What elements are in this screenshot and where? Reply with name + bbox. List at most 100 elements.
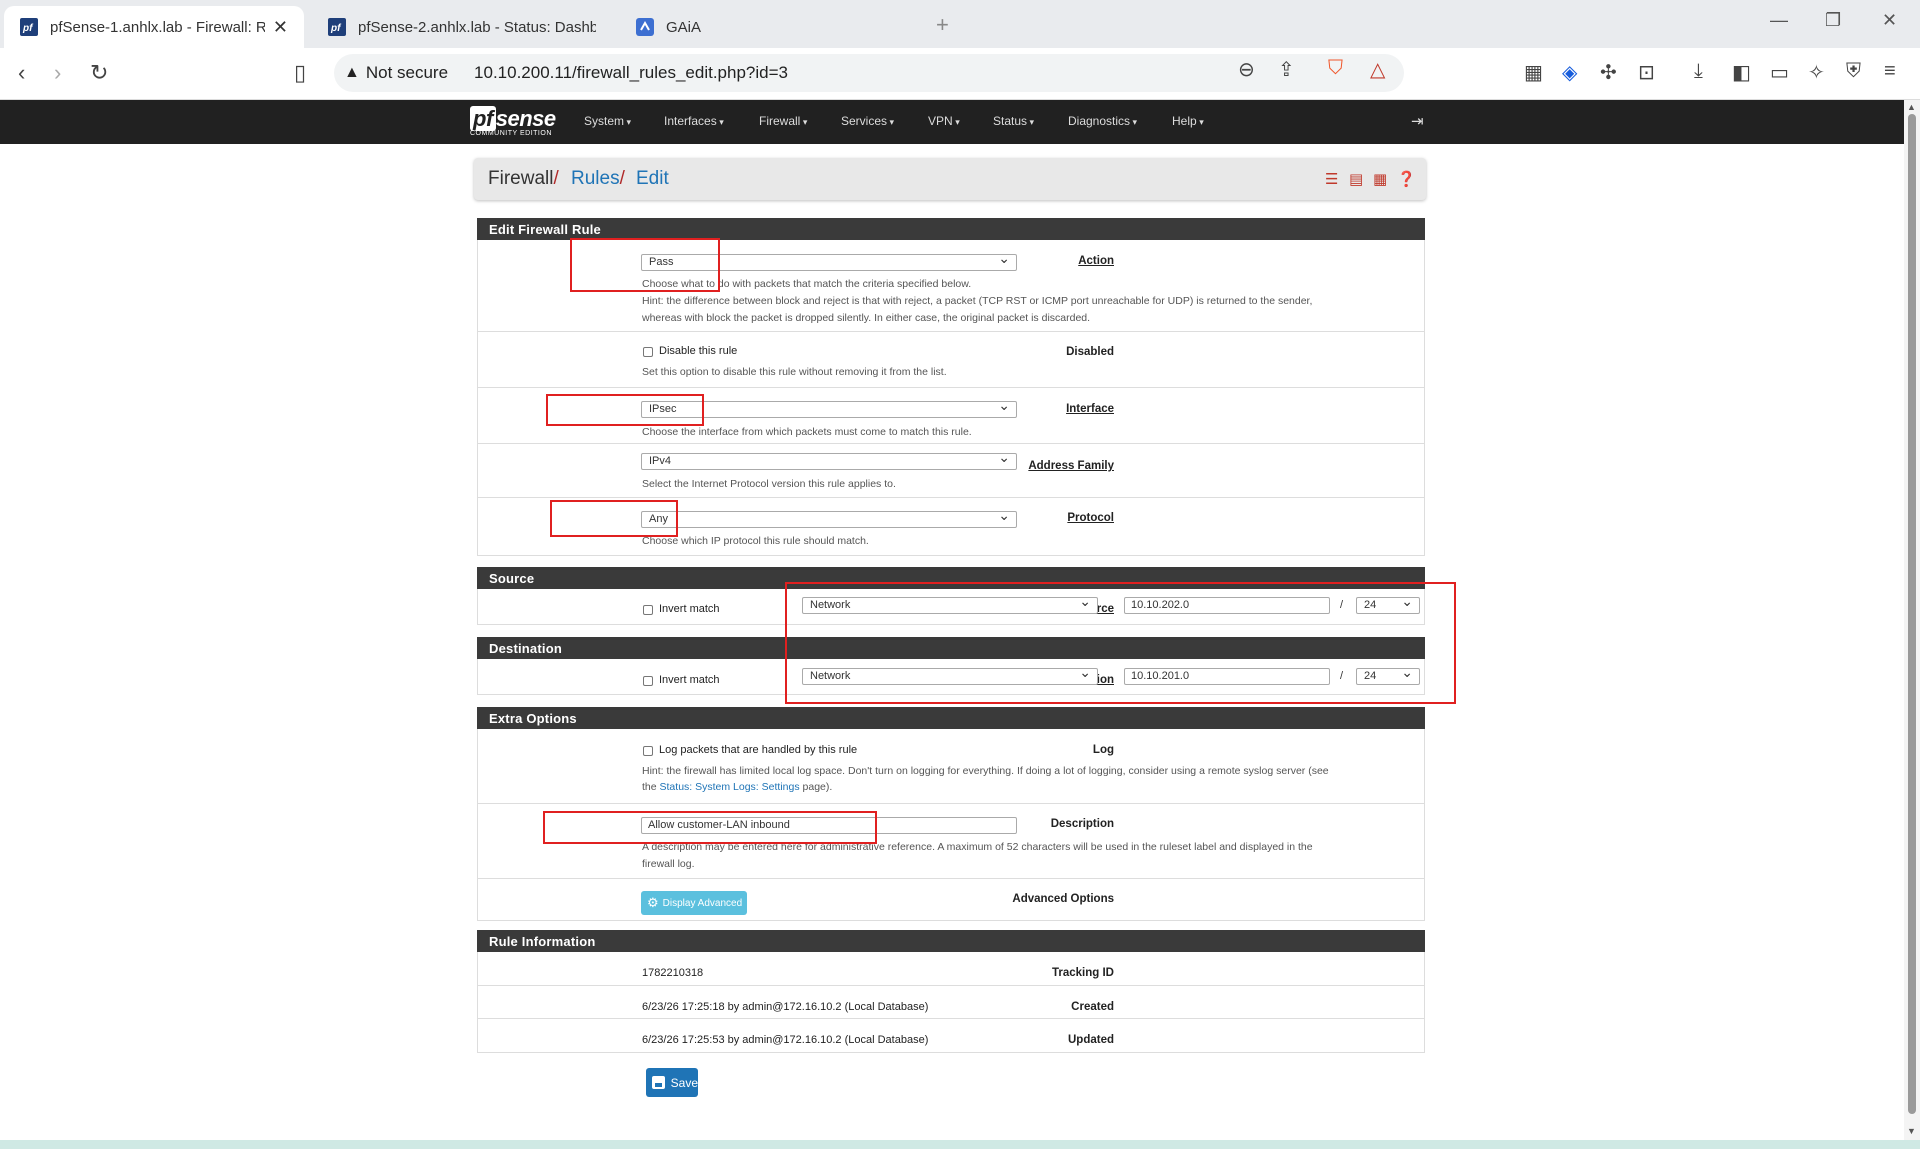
bookmark-icon[interactable]: ▯ <box>294 60 306 86</box>
reload-icon[interactable]: ↻ <box>90 60 108 86</box>
scroll-up-icon[interactable]: ▲ <box>1907 102 1916 112</box>
tab-gaia[interactable]: GAiA <box>620 6 920 48</box>
vpn-icon[interactable]: ⛨ <box>1846 60 1861 83</box>
sidebar-icon[interactable]: ◧ <box>1732 60 1751 85</box>
pfsense-favicon: pf <box>20 18 38 36</box>
save-button[interactable]: Save <box>646 1068 698 1097</box>
tab-title: GAiA <box>666 18 702 36</box>
destination-address-input[interactable]: 10.10.201.0 <box>1124 668 1330 685</box>
menu-status[interactable]: Status <box>993 114 1034 128</box>
tab-pfsense-1[interactable]: pf pfSense-1.anhlx.lab - Firewall: Ru ✕ <box>4 6 304 48</box>
destination-type-select[interactable]: Network <box>802 664 1098 685</box>
tab-title: pfSense-1.anhlx.lab - Firewall: Ru <box>50 18 265 36</box>
source-invert-checkbox[interactable] <box>643 605 653 615</box>
browser-address-bar: ‹ › ↻ ▯ ▲ Not secure 10.10.200.11/firewa… <box>0 48 1920 100</box>
share-icon[interactable]: ⇪ <box>1278 57 1295 82</box>
address-family-select[interactable]: IPv4 <box>641 449 1017 470</box>
breadcrumb-edit[interactable]: Edit <box>636 168 669 190</box>
row-disabled <box>477 332 1425 388</box>
pfsense-logo[interactable]: pf sense COMMUNITY EDITION <box>470 106 556 137</box>
source-invert-label[interactable]: Invert match <box>659 603 720 615</box>
restore-icon[interactable]: ❐ <box>1825 10 1841 31</box>
help-description-1: A description may be entered here for ad… <box>642 841 1313 853</box>
help-action-1: Choose what to do with packets that matc… <box>642 278 972 290</box>
new-tab-icon[interactable]: + <box>936 12 949 38</box>
tracking-id: 1782210318 <box>642 967 704 979</box>
download-icon[interactable]: ⤓ <box>1694 60 1703 83</box>
breadcrumb-root: Firewall/ <box>488 168 559 189</box>
help-description-2: firewall log. <box>642 858 695 870</box>
close-icon[interactable]: ✕ <box>273 17 288 38</box>
updated-value: 6/23/26 17:25:53 by admin@172.16.10.2 (L… <box>642 1034 929 1046</box>
interface-select[interactable]: IPsec <box>641 397 1017 418</box>
label-interface: Interface <box>1066 403 1114 415</box>
qr-icon[interactable]: ▦ <box>1524 60 1543 85</box>
description-input[interactable]: Allow customer-LAN inbound <box>641 817 1017 834</box>
row-tracking <box>477 952 1425 986</box>
destination-invert-label[interactable]: Invert match <box>659 674 720 686</box>
logout-icon[interactable]: ⇥ <box>1411 112 1424 130</box>
source-address-input[interactable]: 10.10.202.0 <box>1124 597 1330 614</box>
display-advanced-button[interactable]: ⚙ Display Advanced <box>641 891 747 915</box>
back-icon[interactable]: ‹ <box>18 60 25 86</box>
save-icon <box>652 1076 665 1089</box>
menu-diagnostics[interactable]: Diagnostics <box>1068 114 1137 128</box>
list-icon[interactable]: ▦ <box>1373 170 1387 188</box>
extensions-icon[interactable]: ✣ <box>1600 60 1617 85</box>
menu-help[interactable]: Help <box>1172 114 1204 128</box>
tab-pfsense-2[interactable]: pf pfSense-2.anhlx.lab - Status: Dashboa <box>312 6 612 48</box>
chart-icon[interactable]: ▤ <box>1349 170 1363 188</box>
label-description: Description <box>1050 818 1114 830</box>
disable-rule-checkbox[interactable] <box>643 347 653 357</box>
system-logs-settings-link[interactable]: Status: System Logs: Settings <box>660 781 800 793</box>
menu-vpn[interactable]: VPN <box>928 114 960 128</box>
breadcrumb: Firewall/ Rules/ Edit ☰ ▤ ▦ ❓ <box>474 158 1426 200</box>
scroll-thumb[interactable] <box>1908 114 1916 1114</box>
log-checkbox-label[interactable]: Log packets that are handled by this rul… <box>659 744 857 756</box>
menu-system[interactable]: System <box>584 114 631 128</box>
minimize-icon[interactable]: — <box>1770 10 1788 31</box>
help-interface: Choose the interface from which packets … <box>642 426 972 438</box>
help-icon[interactable]: ❓ <box>1397 170 1416 188</box>
help-action-3: whereas with block the packet is dropped… <box>642 312 1091 324</box>
breadcrumb-rules[interactable]: Rules/ <box>571 168 625 190</box>
gaia-favicon <box>636 18 654 36</box>
destination-invert-checkbox[interactable] <box>643 676 653 686</box>
source-mask-select[interactable]: 24 <box>1356 593 1420 614</box>
menu-interfaces[interactable]: Interfaces <box>664 114 724 128</box>
section-destination: Destination <box>477 637 1425 659</box>
log-checkbox[interactable] <box>643 746 653 756</box>
scroll-down-icon[interactable]: ▼ <box>1907 1126 1916 1136</box>
brave-shield-icon[interactable]: ⛉ <box>1328 57 1343 80</box>
brave-rewards-icon[interactable]: △ <box>1370 57 1385 82</box>
row-created <box>477 986 1425 1019</box>
protocol-select[interactable]: Any <box>641 507 1017 528</box>
source-slash: / <box>1340 599 1344 611</box>
menu-icon[interactable]: ≡ <box>1884 60 1896 83</box>
bitwarden-icon[interactable]: ◈ <box>1562 60 1577 85</box>
security-status: Not secure <box>365 63 449 82</box>
window-close-icon[interactable]: ✕ <box>1882 10 1897 31</box>
section-extra-options: Extra Options <box>477 707 1425 729</box>
destination-mask-select[interactable]: 24 <box>1356 664 1420 685</box>
svg-text:pf: pf <box>22 23 34 34</box>
disable-rule-label[interactable]: Disable this rule <box>659 345 737 357</box>
sliders-icon[interactable]: ☰ <box>1325 170 1338 188</box>
menu-services[interactable]: Services <box>841 114 894 128</box>
reader-icon[interactable]: ⊡ <box>1638 60 1655 85</box>
forward-icon[interactable]: › <box>54 60 61 86</box>
help-log-2: the Status: System Logs: Settings page). <box>642 781 833 793</box>
action-select[interactable]: Pass <box>641 250 1017 271</box>
menu-firewall[interactable]: Firewall <box>759 114 807 128</box>
label-advanced: Advanced Options <box>1012 893 1114 905</box>
zoom-icon[interactable]: ⊖ <box>1238 57 1255 82</box>
leo-icon[interactable]: ✧ <box>1808 60 1825 85</box>
page-scrollbar[interactable]: ▲ ▼ <box>1904 100 1920 1140</box>
help-disabled: Set this option to disable this rule wit… <box>642 366 947 378</box>
url-text[interactable]: 10.10.200.11/firewall_rules_edit.php?id=… <box>474 63 788 83</box>
wallet-icon[interactable]: ▭ <box>1770 60 1789 85</box>
source-type-select[interactable]: Network <box>802 593 1098 614</box>
label-log: Log <box>1092 744 1114 756</box>
bottom-strip <box>0 1140 1920 1149</box>
section-source: Source <box>477 567 1425 589</box>
